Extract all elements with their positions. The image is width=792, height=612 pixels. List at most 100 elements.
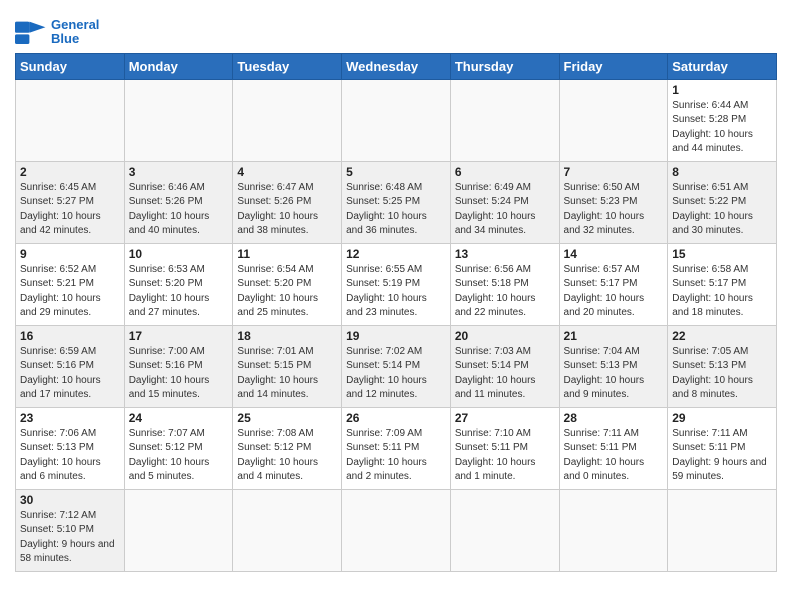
day-cell <box>342 489 451 571</box>
day-cell: 16Sunrise: 6:59 AMSunset: 5:16 PMDayligh… <box>16 325 125 407</box>
day-info: Sunrise: 6:53 AMSunset: 5:20 PMDaylight:… <box>129 263 229 321</box>
day-info: Sunrise: 7:00 AMSunset: 5:16 PMDaylight:… <box>129 345 229 403</box>
day-number: 25 <box>237 411 337 425</box>
day-number: 5 <box>346 165 446 179</box>
day-number: 27 <box>455 411 555 425</box>
logo: General Blue <box>15 18 99 47</box>
day-cell: 4Sunrise: 6:47 AMSunset: 5:26 PMDaylight… <box>233 161 342 243</box>
day-cell: 15Sunrise: 6:58 AMSunset: 5:17 PMDayligh… <box>668 243 777 325</box>
day-info: Sunrise: 7:04 AMSunset: 5:13 PMDaylight:… <box>564 345 664 403</box>
day-cell <box>16 79 125 161</box>
day-cell <box>668 489 777 571</box>
day-number: 6 <box>455 165 555 179</box>
day-number: 8 <box>672 165 772 179</box>
logo-svg <box>15 18 47 46</box>
weekday-header-monday: Monday <box>124 53 233 79</box>
day-cell <box>559 79 668 161</box>
day-cell <box>233 489 342 571</box>
day-info: Sunrise: 6:57 AMSunset: 5:17 PMDaylight:… <box>564 263 664 321</box>
day-cell: 18Sunrise: 7:01 AMSunset: 5:15 PMDayligh… <box>233 325 342 407</box>
day-number: 14 <box>564 247 664 261</box>
day-cell: 9Sunrise: 6:52 AMSunset: 5:21 PMDaylight… <box>16 243 125 325</box>
day-cell: 27 Sunrise: 7:10 AMSunset: 5:11 PMDayligh… <box>450 407 559 489</box>
header: General Blue <box>15 10 777 47</box>
day-number: 13 <box>455 247 555 261</box>
week-row-1: 1 Sunrise: 6:44 AMSunset: 5:28 PMDaylight… <box>16 79 777 161</box>
day-info: Sunrise: 6:51 AMSunset: 5:22 PMDaylight:… <box>672 181 772 239</box>
day-info: Sunrise: 7:02 AMSunset: 5:14 PMDaylight:… <box>346 345 446 403</box>
day-info: Sunrise: 6:55 AMSunset: 5:19 PMDaylight:… <box>346 263 446 321</box>
day-cell: 30 Sunrise: 7:12 AMSunset: 5:10 PMDayligh… <box>16 489 125 571</box>
day-info: Sunrise: 7:12 AMSunset: 5:10 PMDaylight:… <box>20 509 120 567</box>
day-number: 24 <box>129 411 229 425</box>
day-cell: 21Sunrise: 7:04 AMSunset: 5:13 PMDayligh… <box>559 325 668 407</box>
weekday-header-sunday: Sunday <box>16 53 125 79</box>
day-cell: 29Sunrise: 7:11 AMSunset: 5:11 PMDayligh… <box>668 407 777 489</box>
weekday-header-saturday: Saturday <box>668 53 777 79</box>
weekday-header-thursday: Thursday <box>450 53 559 79</box>
day-number: 10 <box>129 247 229 261</box>
logo-general: General <box>51 17 99 32</box>
day-number: 20 <box>455 329 555 343</box>
week-row-5: 23 Sunrise: 7:06 AMSunset: 5:13 PMDayligh… <box>16 407 777 489</box>
day-info: Sunrise: 6:58 AMSunset: 5:17 PMDaylight:… <box>672 263 772 321</box>
day-info: Sunrise: 6:46 AMSunset: 5:26 PMDaylight:… <box>129 181 229 239</box>
day-cell: 7Sunrise: 6:50 AMSunset: 5:23 PMDaylight… <box>559 161 668 243</box>
day-number: 1 <box>672 83 772 97</box>
day-cell: 24Sunrise: 7:07 AMSunset: 5:12 PMDayligh… <box>124 407 233 489</box>
day-cell: 13Sunrise: 6:56 AMSunset: 5:18 PMDayligh… <box>450 243 559 325</box>
day-number: 30 <box>20 493 120 507</box>
day-cell: 8 Sunrise: 6:51 AMSunset: 5:22 PMDaylight… <box>668 161 777 243</box>
week-row-2: 2Sunrise: 6:45 AMSunset: 5:27 PMDaylight… <box>16 161 777 243</box>
weekday-header-wednesday: Wednesday <box>342 53 451 79</box>
day-cell: 14 Sunrise: 6:57 AMSunset: 5:17 PMDayligh… <box>559 243 668 325</box>
day-number: 7 <box>564 165 664 179</box>
day-number: 19 <box>346 329 446 343</box>
day-number: 29 <box>672 411 772 425</box>
week-row-4: 16Sunrise: 6:59 AMSunset: 5:16 PMDayligh… <box>16 325 777 407</box>
day-info: Sunrise: 7:09 AMSunset: 5:11 PMDaylight:… <box>346 427 446 485</box>
day-number: 22 <box>672 329 772 343</box>
day-info: Sunrise: 7:06 AMSunset: 5:13 PMDaylight:… <box>20 427 120 485</box>
day-cell: 12 Sunrise: 6:55 AMSunset: 5:19 PMDayligh… <box>342 243 451 325</box>
day-number: 23 <box>20 411 120 425</box>
day-info: Sunrise: 6:54 AMSunset: 5:20 PMDaylight:… <box>237 263 337 321</box>
weekday-header-tuesday: Tuesday <box>233 53 342 79</box>
week-row-6: 30 Sunrise: 7:12 AMSunset: 5:10 PMDayligh… <box>16 489 777 571</box>
day-number: 12 <box>346 247 446 261</box>
day-info: Sunrise: 6:59 AMSunset: 5:16 PMDaylight:… <box>20 345 120 403</box>
day-info: Sunrise: 6:45 AMSunset: 5:27 PMDaylight:… <box>20 181 120 239</box>
day-number: 18 <box>237 329 337 343</box>
calendar-header: SundayMondayTuesdayWednesdayThursdayFrid… <box>16 53 777 79</box>
calendar: SundayMondayTuesdayWednesdayThursdayFrid… <box>15 53 777 572</box>
day-info: Sunrise: 7:05 AMSunset: 5:13 PMDaylight:… <box>672 345 772 403</box>
day-cell: 1 Sunrise: 6:44 AMSunset: 5:28 PMDaylight… <box>668 79 777 161</box>
day-number: 17 <box>129 329 229 343</box>
day-cell <box>450 489 559 571</box>
day-number: 9 <box>20 247 120 261</box>
week-row-3: 9Sunrise: 6:52 AMSunset: 5:21 PMDaylight… <box>16 243 777 325</box>
day-cell: 28Sunrise: 7:11 AMSunset: 5:11 PMDayligh… <box>559 407 668 489</box>
calendar-body: 1 Sunrise: 6:44 AMSunset: 5:28 PMDaylight… <box>16 79 777 571</box>
day-cell: 22 Sunrise: 7:05 AMSunset: 5:13 PMDayligh… <box>668 325 777 407</box>
day-info: Sunrise: 7:10 AMSunset: 5:11 PMDaylight:… <box>455 427 555 485</box>
day-cell <box>450 79 559 161</box>
logo-text: General Blue <box>51 18 99 47</box>
day-number: 26 <box>346 411 446 425</box>
day-cell: 23 Sunrise: 7:06 AMSunset: 5:13 PMDayligh… <box>16 407 125 489</box>
day-info: Sunrise: 6:44 AMSunset: 5:28 PMDaylight:… <box>672 99 772 157</box>
day-cell: 5 Sunrise: 6:48 AMSunset: 5:25 PMDaylight… <box>342 161 451 243</box>
day-cell: 11Sunrise: 6:54 AMSunset: 5:20 PMDayligh… <box>233 243 342 325</box>
day-number: 4 <box>237 165 337 179</box>
day-cell <box>233 79 342 161</box>
logo-blue: Blue <box>51 31 79 46</box>
day-cell <box>342 79 451 161</box>
day-cell: 17 Sunrise: 7:00 AMSunset: 5:16 PMDayligh… <box>124 325 233 407</box>
day-info: Sunrise: 7:11 AMSunset: 5:11 PMDaylight:… <box>564 427 664 485</box>
day-cell: 26 Sunrise: 7:09 AMSunset: 5:11 PMDayligh… <box>342 407 451 489</box>
day-info: Sunrise: 7:08 AMSunset: 5:12 PMDaylight:… <box>237 427 337 485</box>
day-info: Sunrise: 6:49 AMSunset: 5:24 PMDaylight:… <box>455 181 555 239</box>
day-cell: 2Sunrise: 6:45 AMSunset: 5:27 PMDaylight… <box>16 161 125 243</box>
day-cell: 10 Sunrise: 6:53 AMSunset: 5:20 PMDayligh… <box>124 243 233 325</box>
day-info: Sunrise: 6:48 AMSunset: 5:25 PMDaylight:… <box>346 181 446 239</box>
